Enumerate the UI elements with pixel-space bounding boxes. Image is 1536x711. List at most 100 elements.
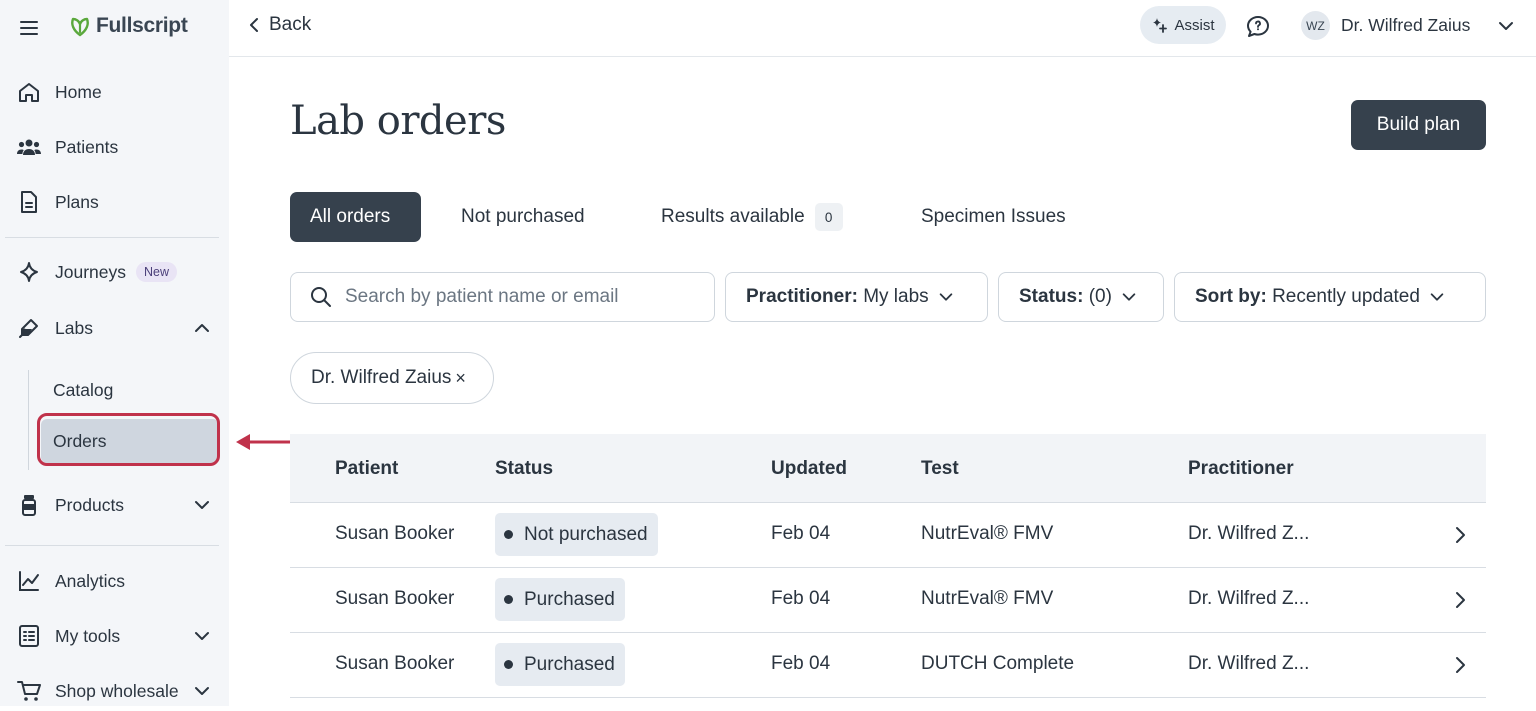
table-row[interactable]: Susan Booker Purchased Feb 04 NutrEval® … [290,568,1486,633]
tab-specimen-issues[interactable]: Specimen Issues [921,192,1066,242]
chevron-up-icon[interactable] [192,318,212,338]
column-header-patient[interactable]: Patient [335,458,398,480]
tab-all-orders[interactable]: All orders [290,192,421,242]
cell-test: NutrEval® FMV [921,588,1054,609]
cell-practitioner: Dr. Wilfred Z... [1188,588,1310,609]
filter-key: Practitioner: [746,286,858,307]
chevron-down-icon [1122,293,1136,301]
cell-patient: Susan Booker [335,653,455,674]
tab-label: All orders [310,206,391,227]
filter-value: (0) [1088,286,1112,307]
cell-practitioner: Dr. Wilfred Z... [1188,523,1310,544]
cell-updated: Feb 04 [771,588,831,609]
page-title: Lab orders [290,98,506,144]
status-dot [504,530,513,539]
chevron-right-icon[interactable] [1450,525,1470,545]
brand-name: Fullscript [96,14,188,37]
chevron-down-icon[interactable] [1496,16,1516,36]
tab-label: Specimen Issues [921,206,1066,227]
sidebar-item-home[interactable]: Home [8,72,220,112]
sidebar-divider [5,545,219,546]
fullscript-logo[interactable]: Fullscript [68,14,188,38]
sidebar-item-label: Journeys [55,261,127,282]
practitioner-filter-chip: Dr. Wilfred Zaius × [290,352,494,404]
status-label: Not purchased [524,523,648,545]
bottle-icon [16,492,42,518]
chat-icon[interactable] [1245,14,1271,40]
tab-results-available[interactable]: Results available 0 [661,192,843,242]
sparkle-icon [16,259,42,285]
cell-updated: Feb 04 [771,523,831,544]
filter-key: Status: [1019,286,1084,307]
labs-submenu-rail [28,370,29,470]
filter-value: My labs [863,286,929,307]
column-header-updated[interactable]: Updated [771,458,847,480]
sidebar-header: Fullscript [0,0,229,56]
home-icon [16,79,42,105]
cell-updated: Feb 04 [771,653,831,674]
subitem-label: Orders [53,430,107,451]
table-row[interactable]: Susan Booker Not purchased Feb 04 NutrEv… [290,503,1486,568]
build-plan-button[interactable]: Build plan [1351,100,1486,150]
status-dot [504,595,513,604]
sidebar-item-patients[interactable]: Patients [8,127,220,167]
sidebar-item-labs[interactable]: Labs [8,308,220,348]
status-label: Purchased [524,653,615,675]
new-badge: New [136,262,178,282]
column-header-practitioner[interactable]: Practitioner [1188,458,1294,480]
avatar[interactable]: WZ [1301,11,1330,40]
sidebar-item-my-tools[interactable]: My tools [8,616,220,656]
pipette-icon [16,315,42,341]
chevron-down-icon[interactable] [192,681,212,701]
sidebar-item-journeys[interactable]: Journeys New [8,252,220,292]
sidebar-item-label: Products [55,494,125,515]
sidebar-item-label: Patients [55,136,119,157]
subitem-label: Catalog [53,379,114,400]
sidebar-item-label: Analytics [55,570,126,591]
tab-label: Results available [661,206,805,227]
sidebar-item-label: Plans [55,191,99,212]
sidebar-subitem-catalog[interactable]: Catalog [41,368,219,412]
chevron-down-icon [939,293,952,301]
sidebar-item-products[interactable]: Products [8,485,220,525]
sidebar-divider [5,237,219,238]
chevron-right-icon[interactable] [1450,590,1470,610]
table-row[interactable]: Susan Booker Purchased Feb 04 DUTCH Comp… [290,633,1486,698]
practitioner-filter[interactable]: Practitioner: My labs [725,272,988,322]
status-badge: Not purchased [495,513,658,556]
assist-sparkle-icon [1153,18,1168,33]
status-badge: Purchased [495,578,625,621]
filter-key: Sort by: [1195,286,1267,307]
chevron-right-icon[interactable] [1450,655,1470,675]
status-filter[interactable]: Status: (0) [998,272,1164,322]
cell-practitioner: Dr. Wilfred Z... [1188,653,1310,674]
chevron-down-icon[interactable] [192,495,212,515]
sidebar-item-shop-wholesale[interactable]: Shop wholesale [8,671,220,711]
leaf-logo-icon [71,17,89,37]
column-header-status[interactable]: Status [495,458,553,480]
count-badge: 0 [814,203,843,231]
assist-button[interactable]: Assist [1140,6,1226,44]
menu-icon[interactable] [19,18,39,38]
cart-icon [16,678,42,704]
sort-dropdown[interactable]: Sort by: Recently updated [1174,272,1486,322]
search-box[interactable] [290,272,715,322]
document-icon [16,189,42,215]
column-header-test[interactable]: Test [921,458,959,480]
filter-value: Recently updated [1272,286,1420,307]
chevron-down-icon[interactable] [192,626,212,646]
back-link[interactable]: Back [247,14,311,36]
user-name[interactable]: Dr. Wilfred Zaius [1341,15,1470,36]
tab-not-purchased[interactable]: Not purchased [461,192,585,242]
chip-label: Dr. Wilfred Zaius [311,367,452,388]
chart-icon [16,568,42,594]
search-input[interactable] [343,285,677,309]
checklist-icon [16,623,42,649]
status-label: Purchased [524,588,615,610]
close-icon[interactable]: × [455,368,466,389]
sidebar-subitem-orders[interactable]: Orders [41,419,219,463]
sidebar-item-analytics[interactable]: Analytics [8,561,220,601]
sidebar-item-label: Shop wholesale [55,680,179,701]
sidebar-item-plans[interactable]: Plans [8,182,220,222]
search-icon [311,287,331,307]
